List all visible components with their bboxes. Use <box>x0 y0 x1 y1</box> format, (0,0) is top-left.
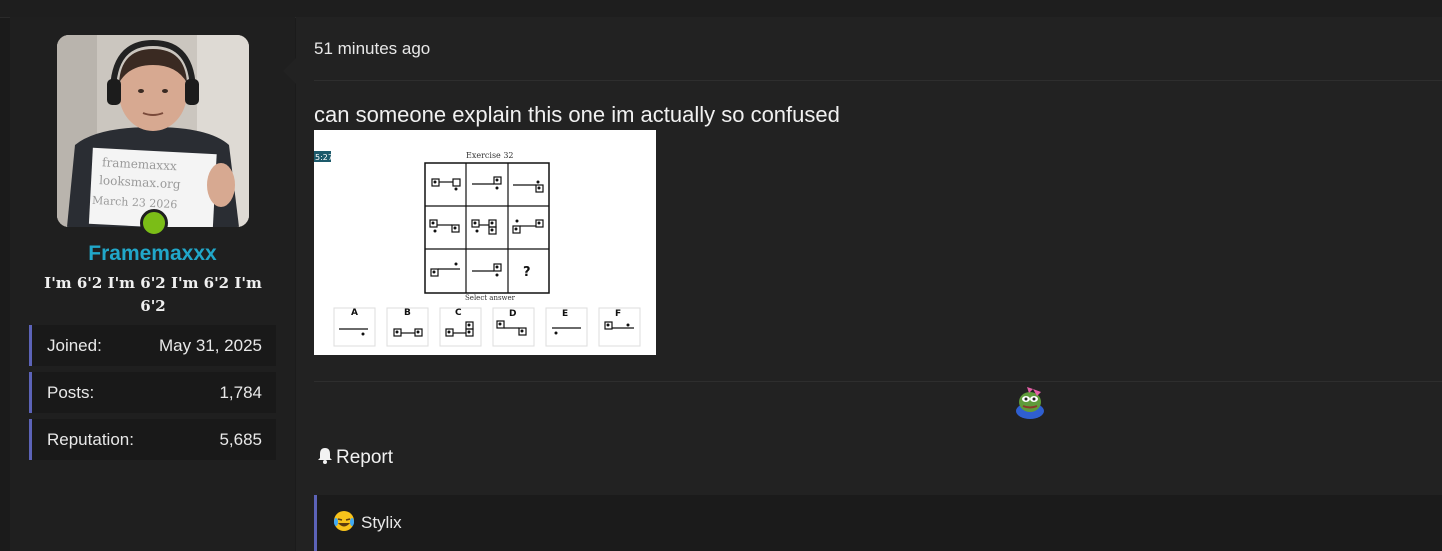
stat-value[interactable]: 1,784 <box>219 383 262 403</box>
stat-label: Reputation: <box>47 429 134 449</box>
puzzle-image: 5:27 Exercise 32 ? Select answer A B C D… <box>314 130 656 355</box>
select-answer-caption: Select answer <box>465 294 516 302</box>
exercise-caption: Exercise 32 <box>466 151 514 160</box>
option-label-c: C <box>455 308 462 318</box>
reactions-bar[interactable]: Stylix <box>314 495 1442 551</box>
post-message: can someone explain this one im actually… <box>314 102 840 127</box>
user-title: I'm 6'2 I'm 6'2 I'm 6'2 I'm 6'2 <box>44 274 262 315</box>
bell-icon <box>316 446 334 470</box>
post-pointer-arrow <box>283 58 296 84</box>
video-time-label: 5:27 <box>315 153 333 162</box>
report-button[interactable]: Report <box>316 446 393 470</box>
stat-reputation: Reputation: 5,685 <box>29 419 276 460</box>
divider <box>314 80 1442 81</box>
stat-label: Posts: <box>47 382 95 402</box>
option-label-d: D <box>509 309 516 319</box>
option-label-f: F <box>615 309 621 319</box>
stat-value: May 31, 2025 <box>158 335 262 355</box>
stat-label: Joined: <box>47 335 102 355</box>
report-label: Report <box>336 447 394 468</box>
avatar-photo: framemaxxx looksmax.org March 23 2026 <box>57 35 249 227</box>
post-image-attachment[interactable]: 5:27 Exercise 32 ? Select answer A B C D… <box>314 130 656 355</box>
crying-laughing-emoji-icon <box>333 510 355 537</box>
stat-value: 5,685 <box>219 429 262 449</box>
question-mark: ? <box>523 265 531 280</box>
option-label-e: E <box>562 309 568 319</box>
reaction-users-link[interactable]: Stylix <box>361 513 402 533</box>
option-label-b: B <box>404 308 411 318</box>
pepe-sticker-icon[interactable] <box>1013 386 1047 420</box>
sticker-graphic <box>1016 387 1044 419</box>
online-status-indicator <box>140 209 168 237</box>
stat-joined: Joined: May 31, 2025 <box>29 325 276 366</box>
divider <box>314 381 1442 382</box>
stat-posts: Posts: 1,784 <box>29 372 276 413</box>
username[interactable]: Framemaxxx <box>10 242 295 266</box>
top-bar <box>0 0 1442 18</box>
option-label-a: A <box>351 308 358 318</box>
avatar[interactable]: framemaxxx looksmax.org March 23 2026 <box>57 35 249 227</box>
post-timestamp[interactable]: 51 minutes ago <box>314 39 430 59</box>
